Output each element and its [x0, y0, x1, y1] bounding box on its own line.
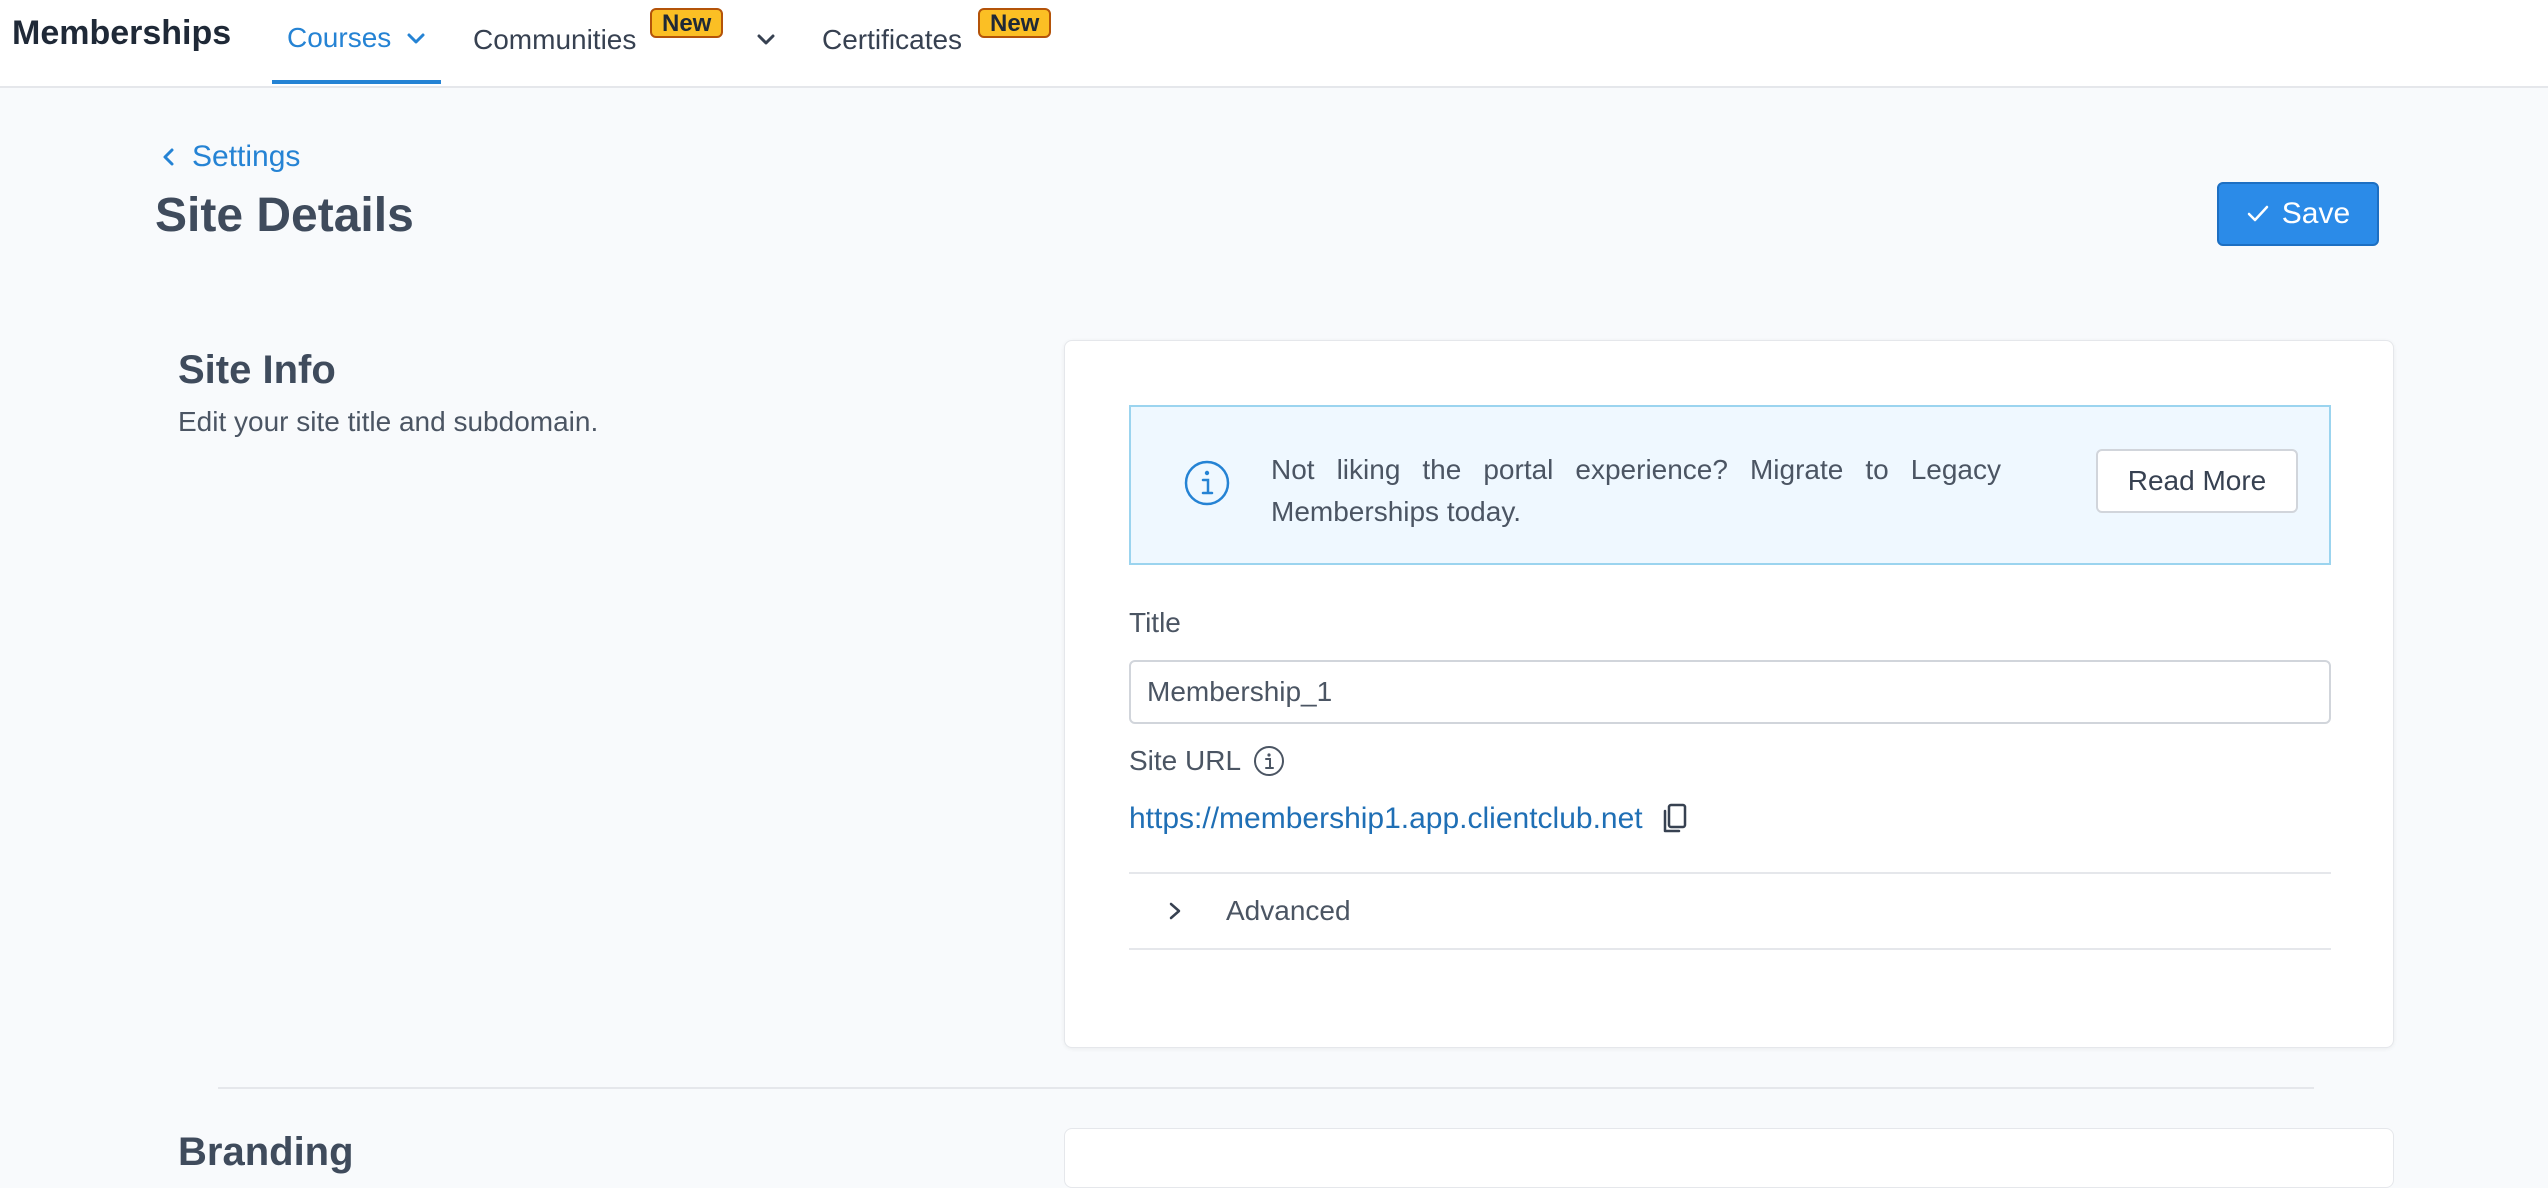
title-input[interactable] — [1129, 660, 2331, 724]
advanced-label: Advanced — [1226, 895, 1351, 926]
breadcrumb-label: Settings — [192, 140, 301, 173]
active-tab-indicator — [272, 80, 441, 84]
section-description: Edit your site title and subdomain. — [178, 406, 599, 437]
copy-icon[interactable] — [1660, 802, 1688, 836]
nav-item-communities[interactable]: Communities — [473, 24, 636, 56]
section-title: Branding — [178, 1130, 354, 1174]
section-divider — [218, 1087, 2314, 1089]
nav-item-label: Courses — [287, 22, 392, 53]
title-label: Title — [1129, 607, 1181, 638]
chevron-right-icon — [1169, 902, 1181, 920]
nav-item-label: Certificates — [822, 24, 963, 55]
chevron-left-icon — [163, 148, 174, 166]
save-button[interactable]: Save — [2217, 182, 2379, 246]
chevron-down-icon[interactable] — [405, 28, 427, 50]
nav-item-certificates[interactable]: Certificates — [822, 24, 962, 56]
divider — [1129, 948, 2331, 950]
new-badge: New — [978, 8, 1052, 38]
chevron-down-icon[interactable] — [755, 29, 777, 51]
read-more-button[interactable]: Read More — [2096, 449, 2298, 513]
info-icon[interactable] — [1253, 745, 1285, 777]
site-url-link[interactable]: https://membership1.app.clientclub.net — [1129, 802, 1643, 836]
app-brand: Memberships — [12, 14, 232, 52]
nav-item-courses[interactable]: Courses — [287, 22, 391, 54]
advanced-toggle[interactable]: Advanced — [1129, 873, 2331, 949]
info-icon — [1184, 460, 1230, 506]
section-title: Site Info — [178, 348, 336, 392]
breadcrumb[interactable]: Settings — [160, 140, 300, 174]
page-title: Site Details — [155, 189, 414, 242]
nav-item-label: Communities — [473, 24, 637, 55]
migration-alert: Not liking the portal experience? Migrat… — [1129, 405, 2331, 565]
site-url-label: Site URL — [1129, 745, 1242, 776]
save-button-label: Save — [2281, 197, 2351, 230]
branding-card — [1064, 1128, 2394, 1188]
site-url-label-row: Site URL — [1129, 745, 1285, 777]
new-badge: New — [650, 8, 724, 38]
check-icon — [2247, 205, 2269, 222]
alert-message: Not liking the portal experience? Migrat… — [1271, 454, 2001, 527]
top-nav: Memberships Courses Communities New Cert… — [0, 0, 2548, 88]
